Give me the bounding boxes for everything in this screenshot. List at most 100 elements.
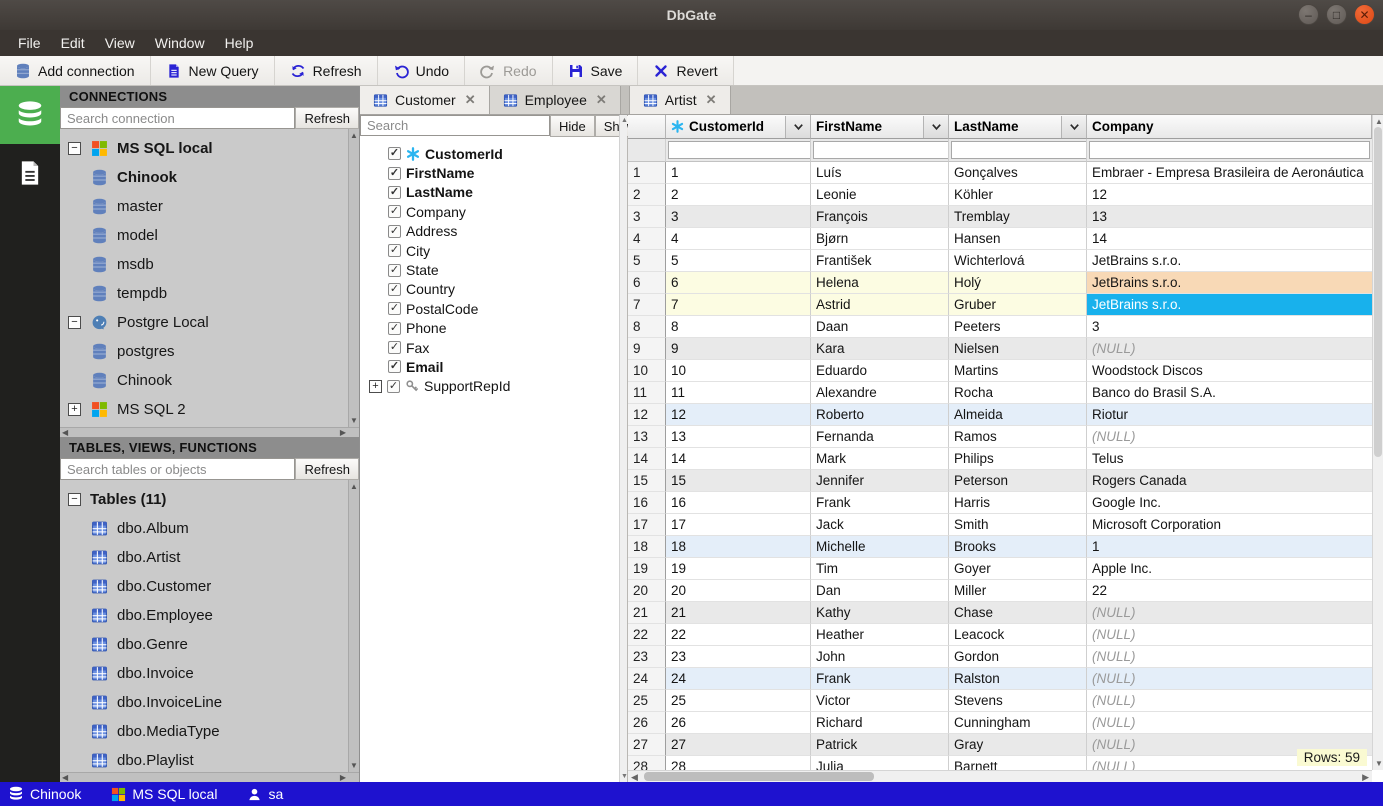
data-cell[interactable]: Kathy — [811, 602, 949, 624]
tables-horizontal-scrollbar[interactable]: ◀ ▶ — [60, 772, 359, 782]
data-cell[interactable]: Rocha — [949, 382, 1087, 404]
column-checkbox[interactable]: ✓ — [388, 321, 401, 335]
new-query-button[interactable]: New Query — [150, 56, 275, 85]
row-number-cell[interactable]: 24 — [628, 668, 666, 690]
data-cell[interactable]: 12 — [666, 404, 811, 426]
scroll-left-icon[interactable]: ◀ — [62, 773, 68, 782]
data-cell[interactable]: Philips — [949, 448, 1087, 470]
connection-ms-sql-local[interactable]: − MS SQL local — [68, 134, 359, 163]
column-checkbox[interactable]: ✓ — [388, 341, 401, 355]
tables-search-input[interactable] — [60, 458, 296, 481]
data-cell[interactable]: 23 — [666, 646, 811, 668]
data-cell[interactable]: Cunningham — [949, 712, 1087, 734]
connection-chinook[interactable]: Chinook — [68, 163, 359, 192]
data-cell[interactable]: Michelle — [811, 536, 949, 558]
rail-item-file[interactable] — [0, 144, 60, 202]
data-cell[interactable]: Dan — [811, 580, 949, 602]
connections-refresh-button[interactable]: Refresh — [295, 107, 359, 129]
row-number-cell[interactable]: 7 — [628, 294, 666, 316]
data-cell[interactable]: Frank — [811, 492, 949, 514]
tab-customer[interactable]: Customer ✕ — [360, 86, 490, 114]
data-cell[interactable]: 18 — [666, 536, 811, 558]
data-cell[interactable]: 10 — [666, 360, 811, 382]
filter-input-company[interactable] — [1089, 141, 1370, 159]
data-cell-company[interactable]: Rogers Canada — [1087, 470, 1372, 492]
table-dbo-customer[interactable]: dbo.Customer — [68, 572, 359, 601]
table-dbo-invoiceline[interactable]: dbo.InvoiceLine — [68, 688, 359, 717]
chevron-down-icon[interactable] — [785, 115, 810, 138]
column-header-lastname[interactable]: LastName — [949, 115, 1087, 139]
table-dbo-playlist[interactable]: dbo.Playlist — [68, 746, 359, 775]
data-cell-company[interactable]: Riotur — [1087, 404, 1372, 426]
column-item-address[interactable]: ✓ Address — [364, 222, 627, 241]
data-cell-company[interactable]: JetBrains s.r.o. — [1087, 250, 1372, 272]
data-cell[interactable]: Jennifer — [811, 470, 949, 492]
tab-close-icon[interactable]: ✕ — [465, 92, 476, 108]
tab-close-icon[interactable]: ✕ — [596, 92, 607, 108]
column-item-firstname[interactable]: ✓ FirstName — [364, 163, 627, 182]
row-number-cell[interactable]: 21 — [628, 602, 666, 624]
filter-input-firstname[interactable] — [813, 141, 948, 159]
column-item-phone[interactable]: ✓ Phone — [364, 319, 627, 338]
scroll-up-icon[interactable]: ▲ — [350, 482, 358, 491]
column-search-input[interactable] — [360, 115, 550, 136]
data-cell-company[interactable]: (NULL) — [1087, 602, 1372, 624]
data-cell[interactable]: Fernanda — [811, 426, 949, 448]
scroll-down-icon[interactable]: ▼ — [1375, 759, 1383, 768]
data-cell[interactable]: Harris — [949, 492, 1087, 514]
data-cell[interactable]: Ramos — [949, 426, 1087, 448]
data-cell[interactable]: Patrick — [811, 734, 949, 756]
data-cell[interactable]: Kara — [811, 338, 949, 360]
menu-item-edit[interactable]: Edit — [51, 32, 95, 54]
data-cell[interactable]: 8 — [666, 316, 811, 338]
data-cell[interactable]: Gray — [949, 734, 1087, 756]
column-item-city[interactable]: ✓ City — [364, 241, 627, 260]
scroll-down-icon[interactable]: ▼ — [350, 416, 358, 425]
data-cell-company[interactable]: Apple Inc. — [1087, 558, 1372, 580]
data-cell-company[interactable]: (NULL) — [1087, 646, 1372, 668]
row-number-cell[interactable]: 25 — [628, 690, 666, 712]
data-cell[interactable]: Brooks — [949, 536, 1087, 558]
data-cell[interactable]: Astrid — [811, 294, 949, 316]
column-item-fax[interactable]: ✓ Fax — [364, 338, 627, 357]
data-cell-company[interactable]: (NULL) — [1087, 426, 1372, 448]
column-item-state[interactable]: ✓ State — [364, 260, 627, 279]
data-cell[interactable]: Gonçalves — [949, 162, 1087, 184]
column-checkbox[interactable]: ✓ — [388, 360, 401, 374]
row-number-cell[interactable]: 19 — [628, 558, 666, 580]
data-cell[interactable]: 15 — [666, 470, 811, 492]
data-cell[interactable]: Roberto — [811, 404, 949, 426]
refresh-button[interactable]: Refresh — [274, 56, 378, 85]
scroll-down-icon[interactable]: ▼ — [350, 761, 358, 770]
scroll-down-icon[interactable]: ▼ — [621, 773, 628, 780]
data-cell-company[interactable]: 13 — [1087, 206, 1372, 228]
data-cell[interactable]: John — [811, 646, 949, 668]
scroll-up-icon[interactable]: ▲ — [1375, 117, 1383, 126]
data-cell[interactable]: Heather — [811, 624, 949, 646]
column-item-postalcode[interactable]: ✓ PostalCode — [364, 299, 627, 318]
data-cell[interactable]: Frank — [811, 668, 949, 690]
grid-horizontal-scrollbar[interactable]: ◀ ▶ — [628, 770, 1372, 782]
data-cell[interactable]: 24 — [666, 668, 811, 690]
table-dbo-invoice[interactable]: dbo.Invoice — [68, 659, 359, 688]
column-checkbox[interactable]: ✓ — [388, 185, 401, 199]
data-cell[interactable]: 4 — [666, 228, 811, 250]
data-cell-company[interactable]: JetBrains s.r.o. — [1087, 272, 1372, 294]
data-cell[interactable]: Peterson — [949, 470, 1087, 492]
data-cell-company[interactable]: 22 — [1087, 580, 1372, 602]
data-cell[interactable]: 5 — [666, 250, 811, 272]
connection-tempdb[interactable]: tempdb — [68, 279, 359, 308]
row-number-cell[interactable]: 26 — [628, 712, 666, 734]
data-cell[interactable]: Stevens — [949, 690, 1087, 712]
data-cell[interactable]: 22 — [666, 624, 811, 646]
data-cell-company[interactable]: (NULL) — [1087, 624, 1372, 646]
data-cell[interactable]: Miller — [949, 580, 1087, 602]
row-number-cell[interactable]: 3 — [628, 206, 666, 228]
expander-plus-icon[interactable]: + — [68, 403, 81, 416]
data-cell-company[interactable]: Woodstock Discos — [1087, 360, 1372, 382]
data-cell-company[interactable]: Banco do Brasil S.A. — [1087, 382, 1372, 404]
statusbar-item-chinook[interactable]: Chinook — [8, 786, 81, 802]
chevron-down-icon[interactable] — [1061, 115, 1086, 138]
data-cell-company[interactable]: Telus — [1087, 448, 1372, 470]
connection-msdb[interactable]: msdb — [68, 250, 359, 279]
